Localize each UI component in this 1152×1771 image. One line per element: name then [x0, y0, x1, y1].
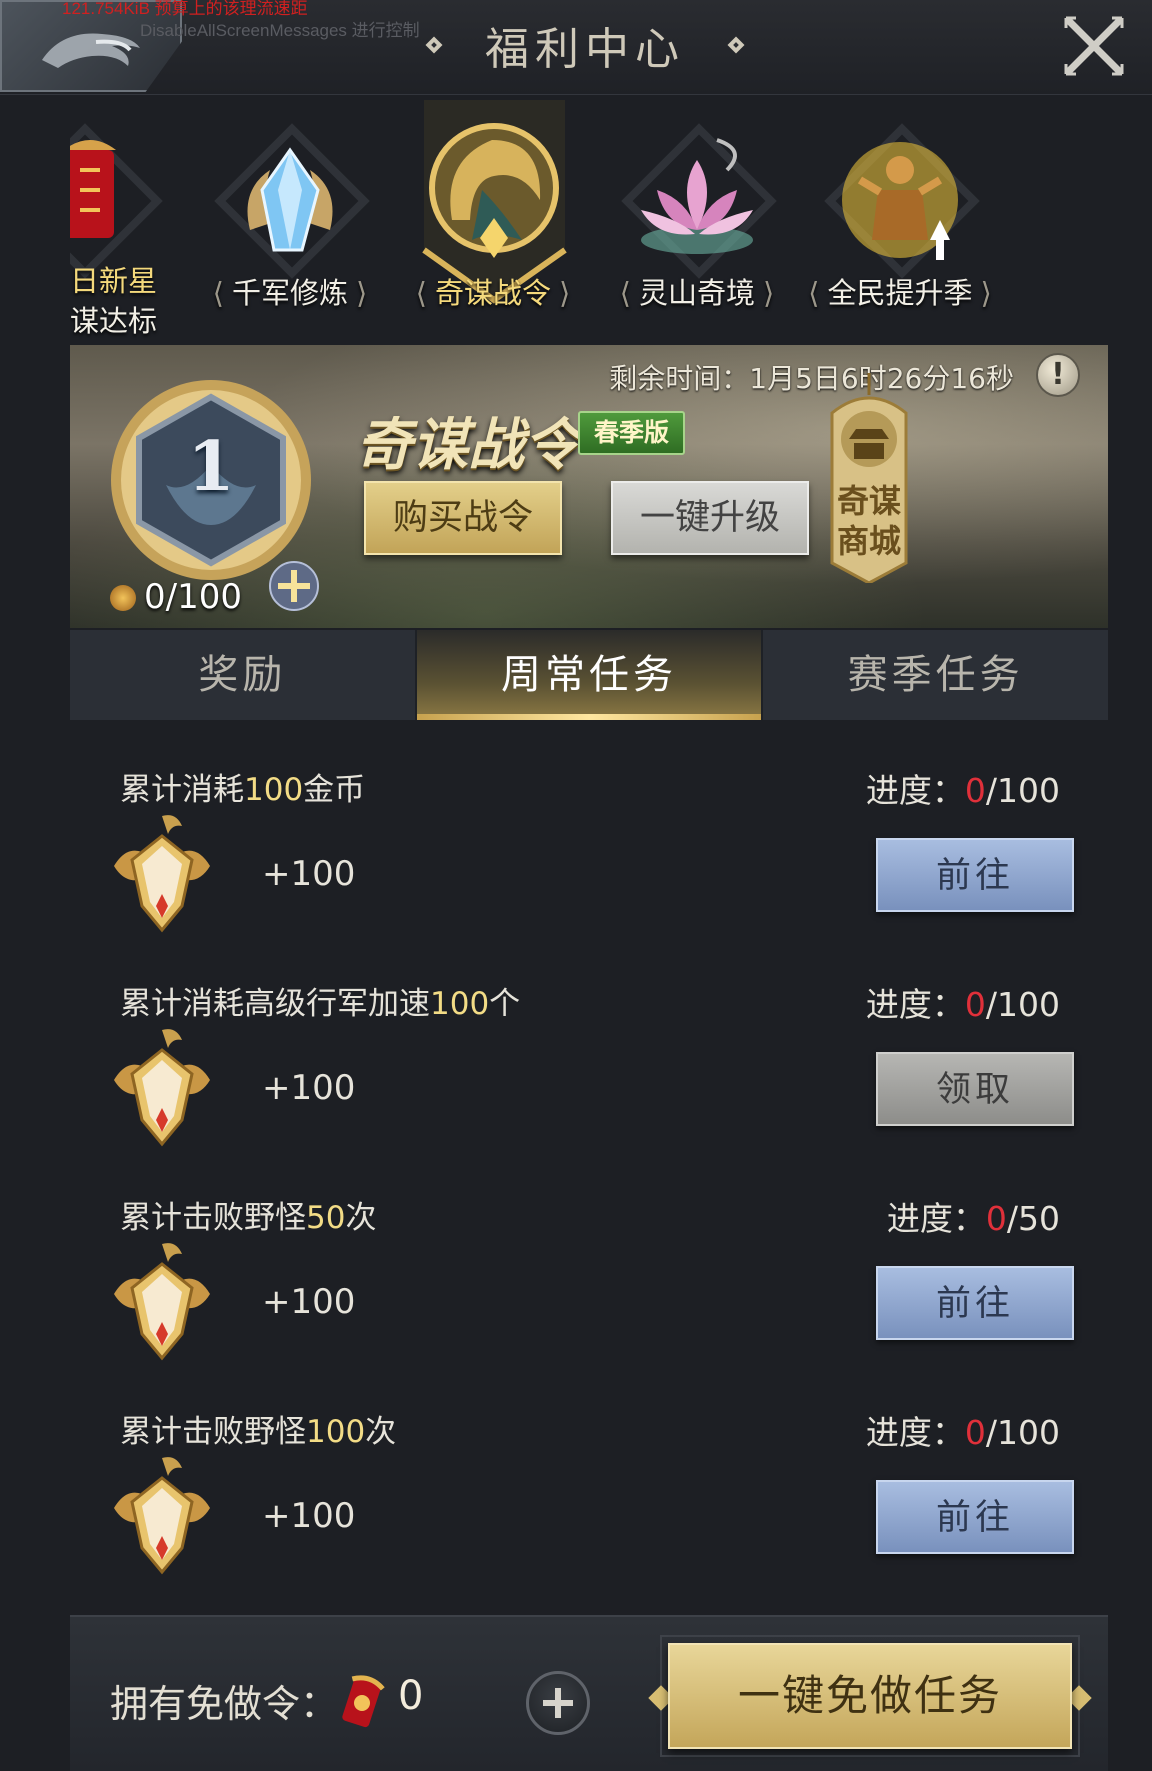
- progress-label: 进度：: [865, 985, 965, 1024]
- progress-total: /100: [985, 771, 1060, 810]
- event-tab-qianjun[interactable]: 千军修炼: [195, 110, 385, 340]
- points-icon: [110, 585, 136, 611]
- plus-icon: [543, 1688, 573, 1718]
- task-row: 累计消耗高级行军加速100个 进度：0/100 +100 领取: [70, 934, 1108, 1148]
- debug-text-secondary: DisableAllScreenMessages 进行控制: [140, 21, 420, 40]
- task-title-number: 100: [306, 1414, 366, 1450]
- gold-emblem-icon: [106, 1234, 218, 1364]
- event-tab-quanmin[interactable]: 全民提升季: [805, 110, 995, 340]
- task-title-prefix: 累计击败野怪: [120, 1414, 306, 1450]
- task-title-suffix: 次: [345, 1200, 377, 1236]
- reward-amount: +100: [262, 1282, 356, 1322]
- dragon-back-icon: [42, 33, 140, 68]
- pass-shop-label-line1: 奇谋: [836, 482, 901, 520]
- header-title-group: 福利中心: [410, 14, 760, 76]
- task-title-suffix: 金币: [303, 772, 366, 808]
- task-list: 累计消耗100金币 进度：0/100 +100 前往 累计消耗高级行军加速100…: [70, 720, 1108, 1615]
- progress-total: /100: [985, 985, 1060, 1024]
- battle-pass-banner: 剩余时间：1月5日6时26分16秒 ! 1 0/100 奇谋战令 春季版 购买战…: [70, 345, 1108, 628]
- add-token-button[interactable]: [526, 1671, 590, 1735]
- progress-total: /100: [985, 1413, 1060, 1452]
- task-progress: 进度：0/100: [866, 764, 1060, 812]
- task-title-number: 50: [306, 1200, 346, 1236]
- pass-points: 0/100: [110, 577, 242, 617]
- event-label: 全民提升季: [805, 270, 995, 312]
- tab-season-tasks[interactable]: 赛季任务: [761, 630, 1108, 720]
- event-label: 千军修炼: [195, 270, 385, 312]
- progress-label: 进度：: [865, 1413, 965, 1452]
- task-row: 累计消耗100金币 进度：0/100 +100 前往: [70, 720, 1108, 934]
- task-progress: 进度：0/100: [866, 978, 1060, 1026]
- reward-amount: +100: [262, 854, 356, 894]
- progress-current: 0: [985, 1199, 1007, 1238]
- warrior-icon: [842, 142, 958, 260]
- task-title: 累计击败野怪100次: [120, 1406, 396, 1451]
- remaining-time: 剩余时间：1月5日6时26分16秒: [609, 362, 1014, 395]
- event-label-partial-top: 日新星: [70, 264, 158, 298]
- event-tab-qimou[interactable]: 奇谋战令: [398, 100, 588, 340]
- bottom-bar: 拥有免做令： 0 一键免做任务: [70, 1615, 1108, 1771]
- claim-button[interactable]: 领取: [876, 1052, 1074, 1126]
- go-button[interactable]: 前往: [876, 1480, 1074, 1554]
- go-button[interactable]: 前往: [876, 1266, 1074, 1340]
- pass-title: 奇谋战令: [356, 412, 580, 478]
- task-tabs: 奖励 周常任务 赛季任务: [70, 630, 1108, 720]
- task-title-prefix: 累计击败野怪: [120, 1200, 306, 1236]
- task-title-prefix: 累计消耗高级行军加速: [120, 986, 430, 1022]
- reward-amount: +100: [262, 1068, 356, 1108]
- task-title-suffix: 个: [489, 986, 521, 1022]
- level-number: 1: [187, 427, 235, 507]
- close-icon[interactable]: [1058, 10, 1130, 82]
- plus-icon[interactable]: [268, 560, 320, 612]
- pass-shop-label: 奇谋 商城: [822, 481, 916, 561]
- free-all-tasks-button[interactable]: 一键免做任务: [668, 1643, 1072, 1749]
- tab-rewards[interactable]: 奖励: [70, 630, 415, 720]
- task-title: 累计消耗100金币: [120, 764, 365, 809]
- task-title: 累计消耗高级行军加速100个: [120, 978, 520, 1023]
- pass-shop-label-line2: 商城: [836, 522, 901, 560]
- crystal-icon: [247, 147, 333, 252]
- task-progress: 进度：0/100: [866, 1406, 1060, 1454]
- event-tab-lingshan[interactable]: 灵山奇境: [602, 110, 792, 340]
- progress-total: /50: [1006, 1199, 1060, 1238]
- task-row: 累计击败野怪50次 进度：0/50 +100 前往: [70, 1148, 1108, 1362]
- progress-current: 0: [964, 1413, 986, 1452]
- progress-label: 进度：: [865, 771, 965, 810]
- skip-token-icon: [342, 1675, 385, 1728]
- progress-label: 进度：: [886, 1199, 986, 1238]
- gold-emblem-icon: [106, 806, 218, 936]
- task-title-suffix: 次: [365, 1414, 397, 1450]
- season-tag: 春季版: [578, 411, 686, 455]
- pass-points-value: 0/100: [144, 577, 242, 617]
- lotus-icon: [641, 138, 753, 254]
- top-bar: 121.754KiB 预算上的该理流速距 DisableAllScreenMes…: [0, 0, 1152, 95]
- task-title-number: 100: [244, 772, 304, 808]
- one-click-upgrade-button[interactable]: 一键升级: [611, 481, 809, 555]
- event-label: 奇谋战令: [398, 270, 588, 312]
- diamond-ornament-icon: [725, 34, 747, 56]
- diamond-ornament-icon: [423, 34, 445, 56]
- gold-emblem-icon: [106, 1020, 218, 1150]
- event-label: 灵山奇境: [602, 270, 792, 312]
- owned-label: 拥有免做令：: [110, 1682, 339, 1726]
- task-title-prefix: 累计消耗: [120, 772, 244, 808]
- event-label-partial-bottom: 谋达标: [70, 304, 158, 338]
- event-carousel[interactable]: 日新星 谋达标 千军修炼 奇谋战令: [70, 100, 1110, 340]
- page-title: 福利中心: [485, 24, 685, 75]
- info-icon[interactable]: !: [1036, 353, 1080, 397]
- task-progress: 进度：0/50: [887, 1192, 1060, 1240]
- tab-weekly-tasks[interactable]: 周常任务: [414, 630, 762, 720]
- gold-emblem-icon: [106, 1448, 218, 1578]
- owned-count: 0: [398, 1673, 424, 1719]
- task-row: 累计击败野怪100次 进度：0/100 +100 前往: [70, 1362, 1108, 1576]
- reward-amount: +100: [262, 1496, 356, 1536]
- go-button[interactable]: 前往: [876, 838, 1074, 912]
- task-title-number: 100: [430, 986, 490, 1022]
- buy-pass-button[interactable]: 购买战令: [364, 481, 562, 555]
- progress-current: 0: [964, 771, 986, 810]
- scroll-icon: [70, 140, 116, 238]
- progress-current: 0: [964, 985, 986, 1024]
- task-title: 累计击败野怪50次: [120, 1192, 376, 1237]
- event-tab-partial[interactable]: 日新星 谋达标: [70, 110, 180, 340]
